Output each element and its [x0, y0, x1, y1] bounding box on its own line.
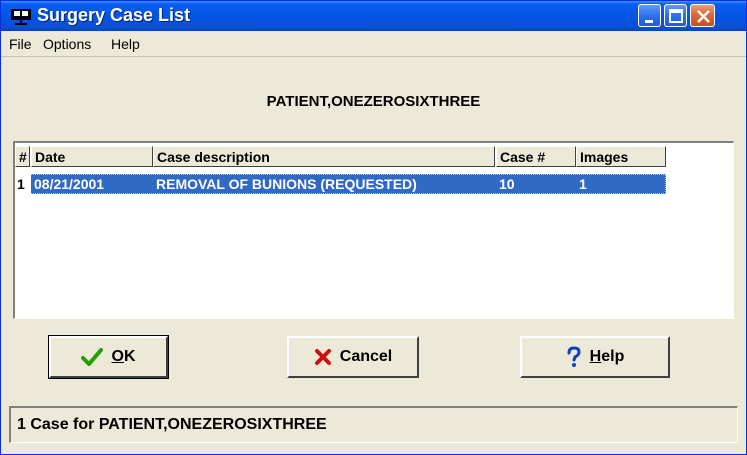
- case-list[interactable]: # Date Case description Case # Images 1 …: [13, 141, 734, 319]
- minimize-button[interactable]: [638, 4, 661, 27]
- column-header-images[interactable]: Images: [576, 146, 666, 167]
- row-images: 1: [579, 176, 587, 192]
- cancel-button-label: Cancel: [339, 348, 393, 365]
- row-index: 1: [15, 174, 31, 194]
- app-icon: [10, 6, 32, 26]
- column-header-index[interactable]: #: [15, 146, 30, 167]
- help-button[interactable]: Help: [520, 336, 670, 378]
- minimize-icon: [645, 20, 653, 23]
- cancel-button[interactable]: Cancel: [287, 336, 419, 378]
- close-button[interactable]: [690, 4, 715, 27]
- window-title: Surgery Case List: [37, 5, 191, 25]
- close-icon: [697, 10, 710, 23]
- maximize-icon: [669, 9, 683, 23]
- row-date: 08/21/2001: [34, 176, 105, 192]
- menu-file[interactable]: File: [9, 36, 32, 52]
- column-header-case-number[interactable]: Case #: [496, 146, 576, 167]
- title-bar[interactable]: Surgery Case List: [1, 1, 746, 31]
- status-bar: 1 Case for PATIENT,ONEZEROSIXTHREE: [9, 406, 738, 443]
- column-header-date[interactable]: Date: [31, 146, 153, 167]
- ok-button-label: OK: [111, 348, 136, 365]
- row-description: REMOVAL OF BUNIONS (REQUESTED): [156, 176, 417, 192]
- ok-button[interactable]: OK: [48, 335, 169, 379]
- checkmark-icon: [81, 348, 104, 366]
- maximize-button[interactable]: [664, 4, 687, 27]
- menu-bar: File Options Help: [1, 31, 746, 57]
- row-case-number: 10: [499, 176, 515, 192]
- help-button-label: Help: [589, 348, 625, 365]
- x-icon: [314, 349, 331, 365]
- question-mark-icon: [567, 346, 581, 367]
- column-header-description[interactable]: Case description: [153, 146, 495, 167]
- surgery-case-list-window: Surgery Case List File Options Help PATI…: [0, 0, 747, 455]
- patient-name-header: PATIENT,ONEZEROSIXTHREE: [266, 93, 481, 110]
- menu-options[interactable]: Options: [43, 36, 91, 52]
- menu-help[interactable]: Help: [111, 36, 140, 52]
